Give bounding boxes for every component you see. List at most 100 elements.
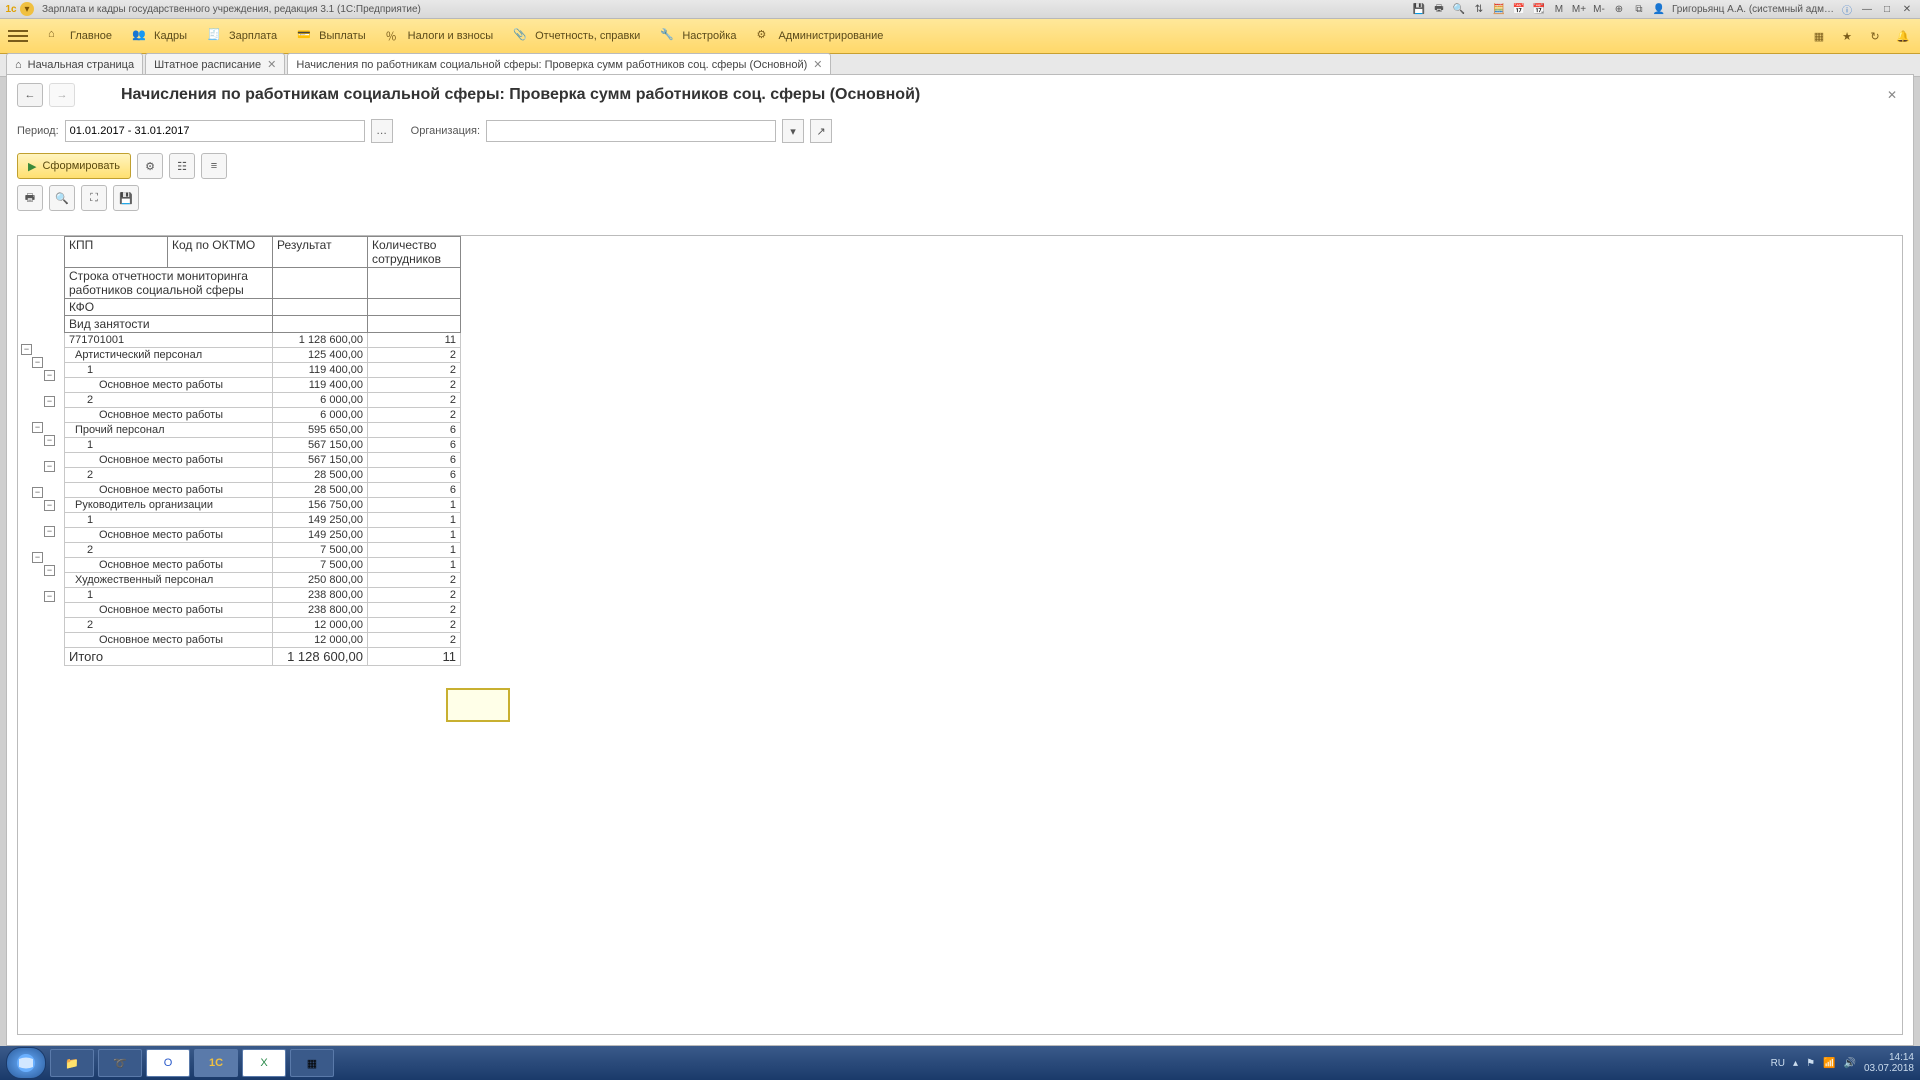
memory-m-icon[interactable]: M [1550, 2, 1568, 16]
tab-2[interactable]: Начисления по работникам социальной сфер… [287, 53, 831, 76]
save-button[interactable]: 💾 [113, 185, 139, 211]
menu-item-0[interactable]: ⌂Главное [38, 24, 122, 48]
preview-button[interactable]: 🔍 [49, 185, 75, 211]
print-button[interactable]: 🖶 [17, 185, 43, 211]
menu-item-1[interactable]: 👥Кадры [122, 24, 197, 48]
menu-item-5[interactable]: 📎Отчетность, справки [503, 24, 650, 48]
start-button[interactable] [6, 1047, 46, 1079]
tree-toggle-1[interactable]: − [32, 357, 43, 368]
compare-icon[interactable]: ⇅ [1470, 2, 1488, 16]
report-row[interactable]: Основное место работы6 000,002 [65, 408, 461, 423]
print-icon[interactable]: 🖶 [1430, 2, 1448, 16]
history-icon[interactable]: ↻ [1866, 27, 1884, 45]
tray-flag-icon[interactable]: ⚑ [1806, 1058, 1815, 1069]
tree-toggle-2[interactable]: − [44, 370, 55, 381]
menu-item-2[interactable]: 🧾Зарплата [197, 24, 287, 48]
tree-toggle-7[interactable]: − [32, 487, 43, 498]
org-input[interactable] [486, 120, 776, 142]
tab-close-icon[interactable]: ✕ [813, 58, 822, 71]
nav-back-button[interactable]: ← [17, 83, 43, 107]
memory-mplus-icon[interactable]: M+ [1570, 2, 1588, 16]
tree-toggle-11[interactable]: − [44, 565, 55, 576]
percent-icon: ％ [386, 28, 402, 44]
org-open-button[interactable]: ↗ [810, 119, 832, 143]
report-row[interactable]: Артистический персонал125 400,002 [65, 348, 461, 363]
tree-toggle-10[interactable]: − [32, 552, 43, 563]
tray-network-icon[interactable]: 📶 [1823, 1058, 1835, 1069]
report-row[interactable]: Основное место работы119 400,002 [65, 378, 461, 393]
report-row[interactable]: 1119 400,002 [65, 363, 461, 378]
tree-toggle-5[interactable]: − [44, 435, 55, 446]
dropdown-icon[interactable]: ▾ [20, 2, 34, 16]
tree-toggle-0[interactable]: − [21, 344, 32, 355]
tree-toggle-4[interactable]: − [32, 422, 43, 433]
org-dropdown-button[interactable]: ▾ [782, 119, 804, 143]
burger-icon[interactable] [8, 30, 28, 42]
report-row[interactable]: 1149 250,001 [65, 513, 461, 528]
report-row[interactable]: Прочий персонал595 650,006 [65, 423, 461, 438]
menu-item-6[interactable]: 🔧Настройка [650, 24, 746, 48]
tray-clock[interactable]: 14:14 03.07.2018 [1864, 1052, 1914, 1074]
taskbar-excel[interactable]: X [242, 1049, 286, 1077]
tree-toggle-12[interactable]: − [44, 591, 55, 602]
menu-item-4[interactable]: ％Налоги и взносы [376, 24, 504, 48]
report-row[interactable]: Руководитель организации156 750,001 [65, 498, 461, 513]
tab-0[interactable]: ⌂Начальная страница [6, 53, 143, 76]
tab-1[interactable]: Штатное расписание✕ [145, 53, 285, 76]
report-row[interactable]: Основное место работы567 150,006 [65, 453, 461, 468]
minimize-icon[interactable]: — [1858, 2, 1876, 16]
copy-icon[interactable]: ⧉ [1630, 2, 1648, 16]
report-grid[interactable]: −−−−−−−−−−−−− КППКод по ОКТМОРезультатКо… [17, 235, 1903, 1035]
menu-item-3[interactable]: 💳Выплаты [287, 24, 375, 48]
calc-icon[interactable]: 🧮 [1490, 2, 1508, 16]
info-icon[interactable]: ⓘ [1838, 2, 1856, 16]
expand-button[interactable]: ⛶ [81, 185, 107, 211]
generate-button[interactable]: ▶ Сформировать [17, 153, 131, 179]
report-row[interactable]: 1567 150,006 [65, 438, 461, 453]
period-picker-button[interactable]: … [371, 119, 393, 143]
report-row[interactable]: 228 500,006 [65, 468, 461, 483]
tree-toggle-6[interactable]: − [44, 461, 55, 472]
calendar-icon[interactable]: 📅 [1510, 2, 1528, 16]
taskbar-app1[interactable]: ➰ [98, 1049, 142, 1077]
report-row[interactable]: Основное место работы7 500,001 [65, 558, 461, 573]
tray-lang[interactable]: RU [1771, 1058, 1785, 1069]
preview-icon[interactable]: 🔍 [1450, 2, 1468, 16]
maximize-icon[interactable]: □ [1878, 2, 1896, 16]
report-row[interactable]: Основное место работы12 000,002 [65, 633, 461, 648]
tree-toggle-9[interactable]: − [44, 526, 55, 537]
tray-volume-icon[interactable]: 🔊 [1843, 1058, 1855, 1069]
tree-toggle-3[interactable]: − [44, 396, 55, 407]
apps-icon[interactable]: ▦ [1810, 27, 1828, 45]
variant-button[interactable]: ☷ [169, 153, 195, 179]
date-icon[interactable]: 📆 [1530, 2, 1548, 16]
star-icon[interactable]: ★ [1838, 27, 1856, 45]
tray-up-icon[interactable]: ▴ [1793, 1058, 1798, 1069]
taskbar-app2[interactable]: ▦ [290, 1049, 334, 1077]
taskbar-outlook[interactable]: O [146, 1049, 190, 1077]
tab-close-icon[interactable]: ✕ [267, 58, 276, 71]
close-icon[interactable]: ✕ [1898, 2, 1916, 16]
taskbar-1c[interactable]: 1C [194, 1049, 238, 1077]
page-close-button[interactable]: ✕ [1881, 86, 1903, 104]
period-input[interactable]: 01.01.2017 - 31.01.2017 [65, 120, 365, 142]
memory-mminus-icon[interactable]: M- [1590, 2, 1608, 16]
report-row[interactable]: 1238 800,002 [65, 588, 461, 603]
zoom-in-icon[interactable]: ⊕ [1610, 2, 1628, 16]
bell-icon[interactable]: 🔔 [1894, 27, 1912, 45]
nav-forward-button[interactable]: → [49, 83, 75, 107]
tree-toggle-8[interactable]: − [44, 500, 55, 511]
report-row[interactable]: Художественный персонал250 800,002 [65, 573, 461, 588]
menu-item-7[interactable]: ⚙Администрирование [746, 24, 893, 48]
report-row[interactable]: Основное место работы28 500,006 [65, 483, 461, 498]
report-row[interactable]: 26 000,002 [65, 393, 461, 408]
report-row[interactable]: 7717010011 128 600,0011 [65, 333, 461, 348]
taskbar-explorer[interactable]: 📁 [50, 1049, 94, 1077]
report-row[interactable]: 212 000,002 [65, 618, 461, 633]
settings-button[interactable]: ⚙ [137, 153, 163, 179]
save-icon[interactable]: 💾 [1410, 2, 1428, 16]
report-row[interactable]: 27 500,001 [65, 543, 461, 558]
report-row[interactable]: Основное место работы238 800,002 [65, 603, 461, 618]
list-button[interactable]: ≡ [201, 153, 227, 179]
report-row[interactable]: Основное место работы149 250,001 [65, 528, 461, 543]
